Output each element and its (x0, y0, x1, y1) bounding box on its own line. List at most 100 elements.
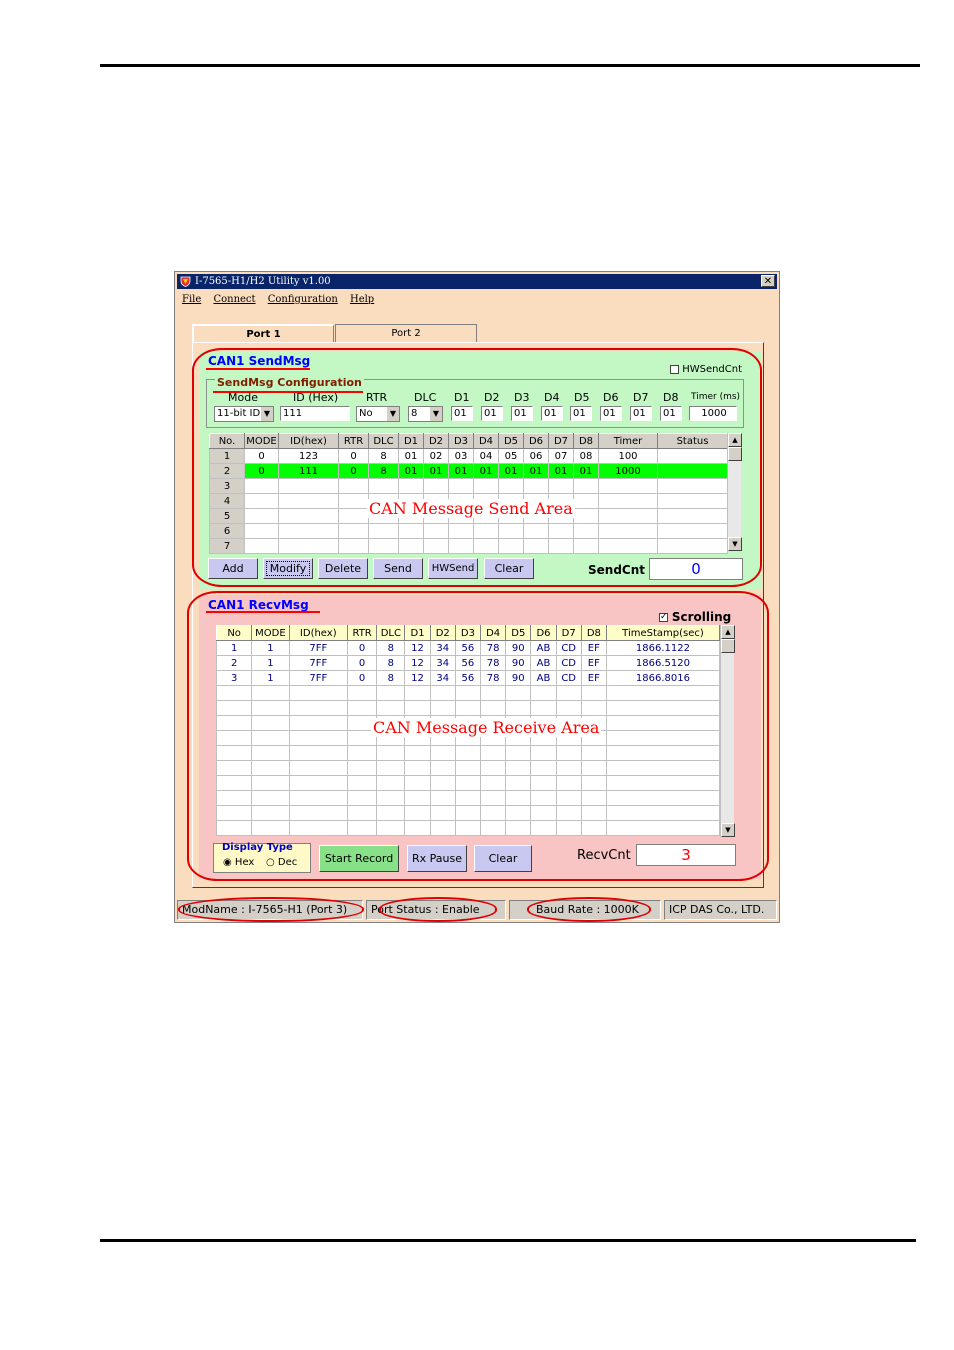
column-header[interactable]: DLC (376, 625, 406, 641)
table-row[interactable] (215, 775, 721, 791)
rtr-select[interactable]: No ▼ (356, 406, 400, 422)
clear-send-button[interactable]: Clear (484, 558, 534, 579)
column-header[interactable]: D4 (479, 625, 507, 641)
rx-pause-button[interactable]: Rx Pause (407, 845, 467, 872)
delete-button[interactable]: Delete (318, 558, 368, 579)
column-header[interactable]: D3 (448, 433, 474, 449)
table-row[interactable]: 2 1 7FF 0 8 12 34 56 78 90 AB CD EF 1866.5120 (215, 655, 721, 671)
table-cell (580, 775, 607, 791)
column-header[interactable]: D3 (454, 625, 482, 641)
radio-dec[interactable]: ○ Dec (266, 857, 297, 868)
table-cell (288, 805, 349, 821)
column-header[interactable]: No. (209, 433, 245, 449)
scroll-up-arrow-icon[interactable]: ▲ (721, 625, 735, 639)
column-header[interactable]: ID(hex) (288, 625, 349, 641)
column-header[interactable]: D4 (473, 433, 499, 449)
hwsendcnt-checkbox[interactable]: HWSendCnt (670, 364, 742, 375)
status-port: Port Status : Enable (366, 900, 506, 920)
table-cell (346, 775, 378, 791)
scrolling-checkbox[interactable]: ✓ Scrolling (659, 610, 731, 624)
column-header[interactable]: D2 (423, 433, 449, 449)
scroll-down-arrow-icon[interactable]: ▼ (728, 537, 742, 551)
d2-input[interactable]: 01 (481, 406, 503, 421)
d6-input[interactable]: 01 (600, 406, 622, 421)
scroll-thumb[interactable] (728, 447, 742, 461)
column-header[interactable]: D2 (429, 625, 456, 641)
timer-input[interactable]: 1000 (689, 406, 737, 421)
scroll-thumb[interactable] (721, 639, 735, 653)
column-header[interactable]: D7 (548, 433, 574, 449)
table-row[interactable]: 1 0 123 0 8 01 02 03 04 05 06 07 08 100 (209, 448, 728, 464)
table-cell (530, 805, 557, 821)
clear-recv-button[interactable]: Clear (474, 845, 532, 872)
table-cell (555, 775, 582, 791)
tab-port-2[interactable]: Port 2 (335, 324, 477, 342)
table-cell (215, 700, 253, 716)
table-row[interactable] (215, 790, 721, 806)
column-header[interactable]: D1 (404, 625, 431, 641)
d7-input[interactable]: 01 (630, 406, 652, 421)
table-row[interactable] (215, 760, 721, 776)
table-row[interactable] (215, 745, 721, 761)
table-cell (346, 745, 378, 761)
menu-configuration[interactable]: Configuration (268, 294, 338, 305)
menu-help[interactable]: Help (350, 294, 374, 305)
column-header[interactable]: D6 (530, 625, 557, 641)
close-button[interactable]: ✕ (761, 275, 775, 287)
column-header[interactable]: RTR (338, 433, 369, 449)
d8-input[interactable]: 01 (660, 406, 682, 421)
table-row[interactable]: 7 (209, 538, 728, 554)
d4-input[interactable]: 01 (541, 406, 563, 421)
column-header[interactable]: MODE (251, 625, 290, 641)
table-cell (346, 685, 378, 701)
column-header[interactable]: RTR (346, 625, 378, 641)
hwsend-button[interactable]: HWSend (428, 558, 478, 579)
table-cell: 0 (244, 463, 279, 479)
column-header[interactable]: D6 (523, 433, 549, 449)
mode-select[interactable]: 11-bit ID ▼ (214, 406, 274, 422)
table-row[interactable] (215, 820, 721, 836)
d1-input[interactable]: 01 (451, 406, 473, 421)
table-cell (251, 805, 290, 821)
table-row[interactable]: 3 1 7FF 0 8 12 34 56 78 90 AB CD EF 1866.8016 (215, 670, 721, 686)
column-header[interactable]: DLC (368, 433, 399, 449)
column-header[interactable]: D8 (580, 625, 607, 641)
tab-port-1[interactable]: Port 1 (192, 324, 334, 342)
d3-input[interactable]: 01 (511, 406, 533, 421)
column-header[interactable]: TimeStamp(sec) (605, 625, 721, 641)
column-header[interactable]: D7 (555, 625, 582, 641)
id-hex-input[interactable]: 111 (280, 406, 350, 421)
table-cell (404, 790, 431, 806)
table-row[interactable]: 6 (209, 523, 728, 539)
send-table-scrollbar[interactable]: ▲ ▼ (727, 433, 742, 551)
d5-input[interactable]: 01 (570, 406, 592, 421)
row-header: 6 (209, 523, 245, 539)
scroll-down-arrow-icon[interactable]: ▼ (721, 823, 735, 837)
recv-table-scrollbar[interactable]: ▲ ▼ (720, 625, 735, 837)
column-header[interactable]: D5 (505, 625, 532, 641)
table-row[interactable]: 3 (209, 478, 728, 494)
send-button[interactable]: Send (373, 558, 423, 579)
table-row[interactable]: 2 0 111 0 8 01 01 01 01 01 01 01 01 1000 (209, 463, 728, 479)
column-header[interactable]: ID(hex) (278, 433, 339, 449)
column-header[interactable]: D1 (398, 433, 424, 449)
column-header[interactable]: Status (657, 433, 728, 449)
scroll-up-arrow-icon[interactable]: ▲ (728, 433, 742, 447)
sendcnt-value: 0 (649, 558, 743, 580)
column-header[interactable]: D8 (573, 433, 599, 449)
column-header[interactable]: MODE (244, 433, 279, 449)
column-header[interactable]: No (215, 625, 253, 641)
radio-hex[interactable]: ◉ Hex (223, 857, 254, 868)
table-row[interactable]: 1 1 7FF 0 8 12 34 56 78 90 AB CD EF 1866.1122 (215, 640, 721, 656)
column-header[interactable]: D5 (498, 433, 524, 449)
table-row[interactable] (215, 700, 721, 716)
start-record-button[interactable]: Start Record (319, 845, 399, 872)
table-row[interactable] (215, 685, 721, 701)
table-row[interactable] (215, 805, 721, 821)
modify-button[interactable]: Modify (263, 558, 313, 579)
add-button[interactable]: Add (208, 558, 258, 579)
menu-connect[interactable]: Connect (213, 294, 255, 305)
dlc-select[interactable]: 8 ▼ (408, 406, 443, 422)
column-header[interactable]: Timer (598, 433, 658, 449)
menu-file[interactable]: File (182, 294, 201, 305)
